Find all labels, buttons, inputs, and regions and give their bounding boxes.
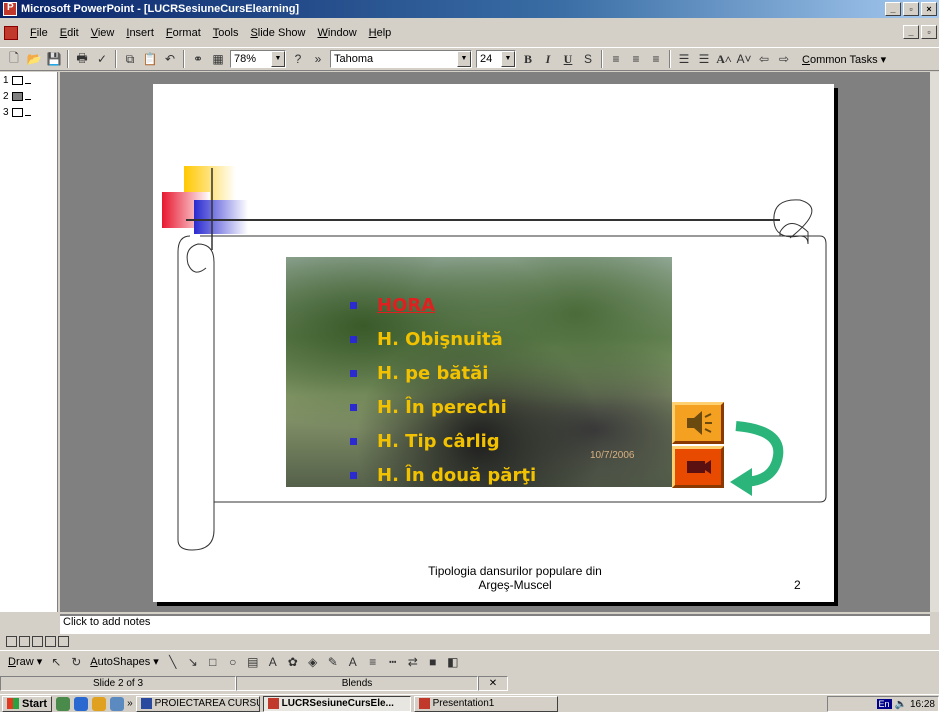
movie-action-button[interactable] — [672, 446, 724, 488]
status-design-text: Blends — [341, 678, 373, 689]
scroll-top-edge — [200, 223, 809, 245]
language-indicator[interactable]: En — [876, 699, 892, 709]
draw-menu[interactable]: Draw ▾ — [8, 655, 42, 668]
quicklaunch-more-icon[interactable]: » — [127, 698, 133, 709]
slide-view-button[interactable] — [32, 635, 43, 647]
scroll-left-roll — [177, 235, 215, 551]
windows-logo-icon — [7, 698, 19, 709]
arrow-icon[interactable]: ↘ — [183, 652, 203, 672]
list-item: H. În două părţi — [350, 458, 536, 492]
status-slide-text: Slide 2 of 3 — [92, 678, 144, 689]
font-color-icon[interactable]: A — [343, 652, 363, 672]
list-item: H. Tip cârlig — [350, 424, 536, 458]
fill-color-icon[interactable]: ◈ — [303, 652, 323, 672]
view-buttons — [0, 634, 200, 648]
show-desktop-icon[interactable] — [56, 696, 71, 711]
bullet-text: H. În două părţi — [377, 464, 537, 486]
windows-taskbar: Start » PROIECTAREA CURSUR... LUCRSesiun… — [0, 694, 939, 712]
footer-line-1: Tipologia dansurilor populare din — [428, 564, 602, 578]
bullet-text: H. Obişnuită — [377, 328, 503, 350]
photo-date-stamp: 10/7/2006 — [590, 450, 635, 461]
taskbar-item-presentation[interactable]: Presentation1 — [413, 695, 558, 712]
arrow-style-icon[interactable]: ⇄ — [403, 652, 423, 672]
bullet-square-icon — [350, 335, 357, 343]
powerpoint-icon — [267, 698, 279, 709]
sorter-view-button[interactable] — [45, 635, 56, 647]
textbox-icon[interactable]: ▤ — [243, 652, 263, 672]
outlook-icon[interactable] — [92, 696, 107, 711]
bullet-square-icon — [350, 403, 357, 411]
blue-block — [194, 200, 248, 234]
volume-icon[interactable]: 🔈 — [895, 699, 907, 710]
slide-number-label: 2 — [794, 578, 801, 592]
status-bar: Slide 2 of 3 Blends ✕ — [0, 675, 939, 692]
movie-camera-icon — [687, 460, 711, 474]
notes-placeholder: Click to add notes — [63, 616, 151, 628]
start-button[interactable]: Start — [2, 695, 53, 712]
word-icon — [140, 698, 152, 709]
channels-icon[interactable] — [110, 696, 125, 711]
list-item: H. În perechi — [350, 390, 536, 424]
slide-footer: Tipologia dansurilor populare din Argeş-… — [380, 564, 650, 592]
clock[interactable]: 16:28 — [910, 699, 935, 710]
dash-style-icon[interactable]: ┅ — [383, 652, 403, 672]
slideshow-view-button[interactable] — [58, 635, 69, 647]
taskbar-item-label: Presentation1 — [432, 698, 495, 709]
internet-explorer-icon[interactable] — [74, 696, 89, 711]
start-label: Start — [22, 697, 48, 710]
list-item: HORA — [350, 288, 536, 322]
curved-arrow-icon — [735, 421, 784, 487]
list-item: H. Obişnuită — [350, 322, 536, 356]
speaker-icon — [687, 411, 712, 435]
clipart-icon[interactable]: ✿ — [283, 652, 303, 672]
spelling-status-icon: ✕ — [488, 678, 498, 689]
3d-style-icon[interactable]: ◧ — [443, 652, 463, 672]
rectangle-icon[interactable]: □ — [203, 652, 223, 672]
bullet-square-icon — [350, 471, 357, 479]
outline-view-button[interactable] — [19, 635, 30, 647]
taskbar-item-label: PROIECTAREA CURSUR... — [154, 698, 259, 709]
taskbar-item-label: LUCRSesiuneCursEle... — [281, 698, 394, 709]
bullet-text: H. Tip cârlig — [377, 430, 500, 452]
taskbar-item-powerpoint[interactable]: LUCRSesiuneCursEle... — [262, 695, 411, 712]
bullet-square-icon — [350, 369, 357, 377]
bullet-square-icon — [350, 437, 357, 445]
arrow-head — [730, 468, 752, 496]
select-pointer-icon[interactable]: ↖ — [46, 652, 66, 672]
notes-pane[interactable]: Click to add notes — [60, 614, 930, 634]
normal-view-button[interactable] — [6, 635, 17, 647]
status-slide-position: Slide 2 of 3 — [0, 676, 236, 691]
slide-bullet-list: HORA H. Obişnuită H. pe bătăi H. În pere… — [350, 288, 536, 492]
bullet-square-icon — [350, 301, 357, 309]
bullet-text: H. pe bătăi — [377, 362, 489, 384]
line-style-icon[interactable]: ≡ — [363, 652, 383, 672]
taskbar-item-word[interactable]: PROIECTAREA CURSUR... — [135, 695, 260, 712]
bullet-text: H. În perechi — [377, 396, 507, 418]
oval-icon[interactable]: ○ — [223, 652, 243, 672]
status-spelling: ✕ — [478, 676, 508, 691]
line-icon[interactable]: ╲ — [163, 652, 183, 672]
autoshapes-menu[interactable]: AutoShapes ▾ — [90, 655, 159, 668]
free-rotate-icon[interactable]: ↻ — [66, 652, 86, 672]
list-item: H. pe bătăi — [350, 356, 536, 390]
drawing-toolbar: Draw ▾ ↖ ↻ AutoShapes ▾ ╲ ↘ □ ○ ▤ A ✿ ◈ … — [0, 650, 939, 672]
system-tray: En 🔈 16:28 — [827, 696, 939, 712]
shadow-style-icon[interactable]: ■ — [423, 652, 443, 672]
sound-action-button[interactable] — [672, 402, 724, 444]
hora-link[interactable]: HORA — [377, 295, 435, 316]
footer-line-2: Argeş-Muscel — [478, 578, 552, 592]
wordart-icon[interactable]: A — [263, 652, 283, 672]
powerpoint-icon — [418, 698, 430, 709]
line-color-icon[interactable]: ✎ — [323, 652, 343, 672]
status-design: Blends — [236, 676, 478, 691]
